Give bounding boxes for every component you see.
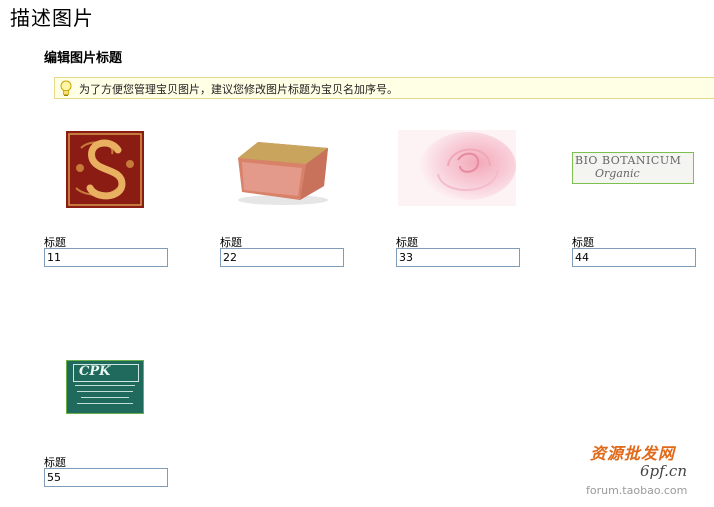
- title-input[interactable]: 11: [44, 248, 168, 267]
- logo-subtext: Organic: [595, 167, 640, 180]
- watermark-domain: 6pf.cn: [640, 462, 687, 480]
- title-input[interactable]: 22: [220, 248, 344, 267]
- image-item-3: 标题 33: [396, 128, 526, 268]
- image-item-1: 标题 11: [44, 128, 174, 268]
- section-title: 编辑图片标题: [44, 51, 123, 66]
- bio-botanicum-logo-image: BIO BOTANICUM Organic: [572, 152, 694, 184]
- title-input[interactable]: 55: [44, 468, 168, 487]
- title-input[interactable]: 33: [396, 248, 520, 267]
- watermark: 资源批发网 6pf.cn forum.taobao.com: [582, 440, 714, 502]
- watermark-title: 资源批发网: [590, 444, 676, 463]
- tip-banner: 为了方便您管理宝贝图片，建议您修改图片标题为宝贝名加序号。: [54, 77, 714, 99]
- title-input[interactable]: 44: [572, 248, 696, 267]
- pink-rose-image: [398, 130, 516, 206]
- ornate-letter-s-image: [66, 128, 144, 208]
- logo-text: CPK: [79, 364, 111, 379]
- tip-text: 为了方便您管理宝贝图片，建议您修改图片标题为宝贝名加序号。: [79, 83, 398, 96]
- page-title: 描述图片: [10, 6, 94, 30]
- soap-bar-image: [228, 128, 334, 208]
- image-item-5: CPK 标题 55: [44, 348, 174, 488]
- image-item-2: 标题 22: [220, 128, 350, 268]
- logo-text: BIO BOTANICUM: [575, 154, 682, 167]
- watermark-forum: forum.taobao.com: [586, 484, 688, 497]
- cpk-certificate-image: CPK: [66, 360, 144, 414]
- image-item-4: BIO BOTANICUM Organic 标题 44: [572, 128, 702, 268]
- lightbulb-icon: [60, 80, 72, 96]
